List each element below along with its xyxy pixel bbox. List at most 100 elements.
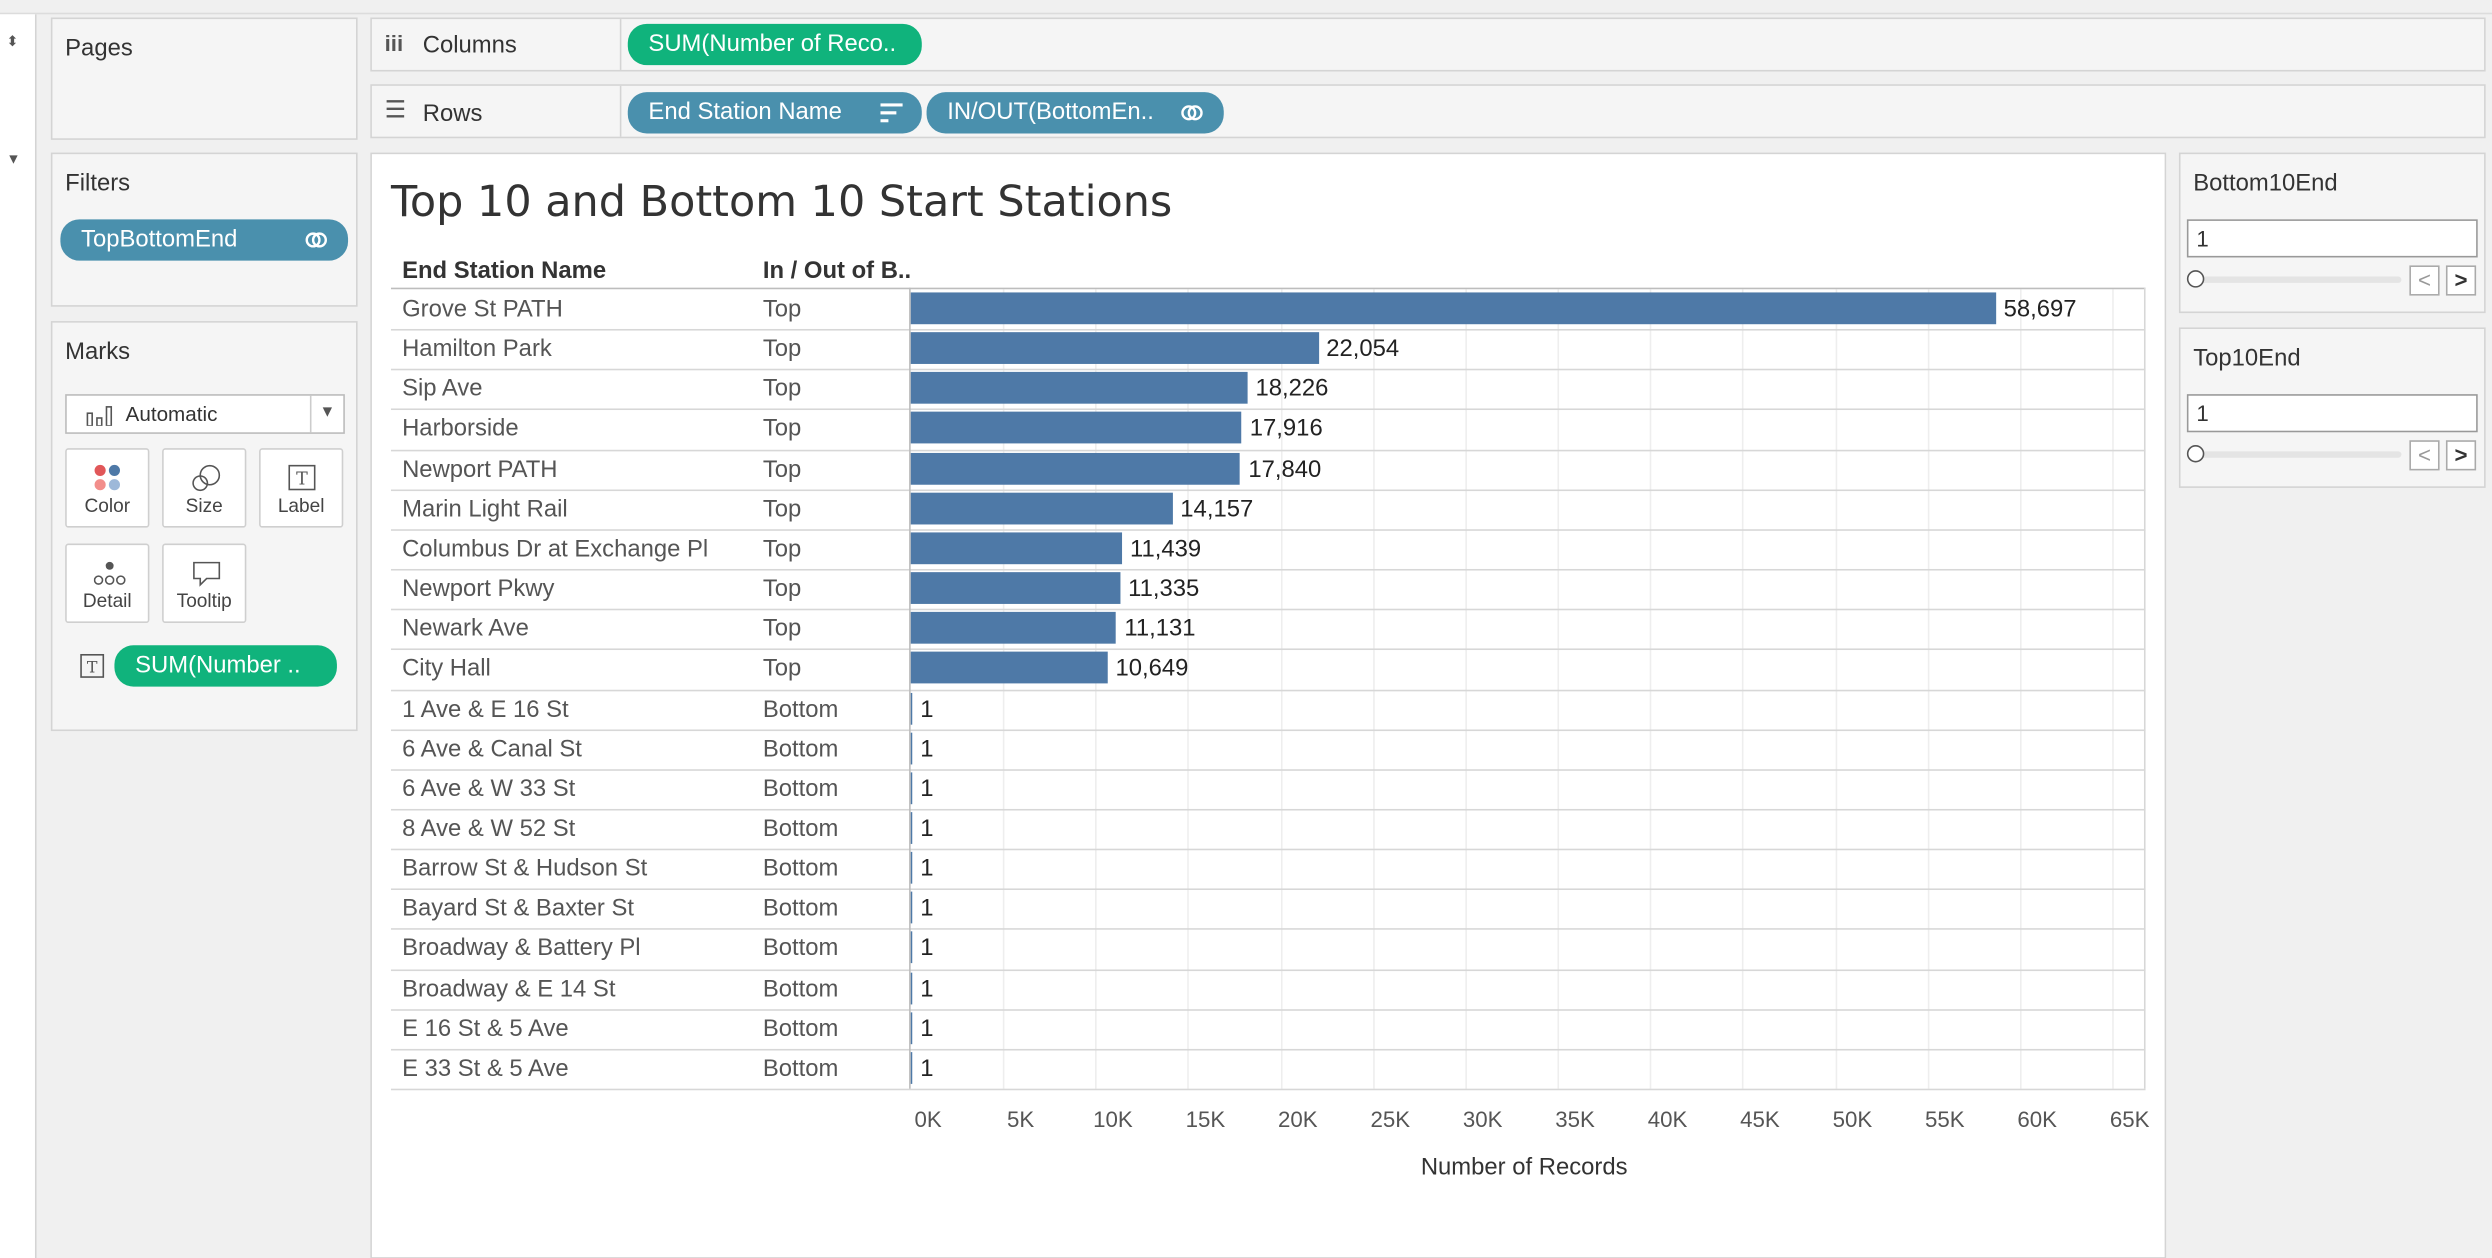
detail-button[interactable]: Detail (65, 543, 150, 624)
mark-type-select[interactable]: Automatic ▼ (65, 394, 345, 434)
bar-mark[interactable] (910, 732, 913, 764)
row-station-name[interactable]: Broadway & E 14 St (402, 975, 615, 1002)
row-station-name[interactable]: Grove St PATH (402, 296, 563, 323)
bar-mark[interactable] (910, 612, 1117, 644)
bar-mark[interactable] (910, 1011, 913, 1044)
detail-icon (93, 561, 126, 585)
color-button[interactable]: Color (65, 448, 150, 528)
bar-mark[interactable] (910, 931, 913, 964)
row-station-name[interactable]: City Hall (402, 655, 491, 682)
row-group-label[interactable]: Bottom (763, 895, 839, 922)
bar-mark[interactable] (910, 292, 1996, 325)
row-station-name[interactable]: Broadway & Battery Pl (402, 935, 641, 962)
row-group-label[interactable]: Top (763, 455, 801, 482)
data-pane-edge: ⬍ ▼ (0, 14, 37, 1258)
top10end-slider-handle[interactable] (2186, 445, 2205, 463)
bar-mark[interactable] (910, 971, 913, 1004)
row-group-label[interactable]: Bottom (763, 815, 839, 842)
row-station-name[interactable]: 6 Ave & Canal St (402, 735, 582, 762)
bottom10end-slider-handle[interactable] (2186, 270, 2205, 288)
bottom10end-prev-button[interactable]: < (2409, 265, 2440, 296)
bar-mark[interactable] (910, 492, 1173, 525)
top10end-prev-button[interactable]: < (2409, 440, 2440, 471)
dropdown-arrow-icon[interactable]: ▼ (6, 151, 20, 167)
size-button[interactable]: Size (162, 448, 247, 528)
row-separator (390, 569, 2146, 571)
row-station-name[interactable]: Hamilton Park (402, 336, 552, 363)
rows-pill-end-station[interactable]: End Station Name (627, 92, 922, 134)
bar-mark[interactable] (910, 572, 1121, 605)
row-group-label[interactable]: Bottom (763, 775, 839, 802)
bar-mark[interactable] (910, 692, 913, 724)
top10end-next-button[interactable]: > (2445, 440, 2477, 471)
sort-arrows-icon[interactable]: ⬍ (6, 33, 18, 50)
bar-mark[interactable] (910, 1051, 913, 1084)
bar-mark[interactable] (910, 812, 913, 844)
columns-shelf[interactable]: iii Columns SUM(Number of Reco.. (370, 17, 2486, 72)
bar-mark[interactable] (910, 772, 913, 804)
filters-card[interactable]: Filters TopBottomEnd (50, 152, 358, 307)
row-station-name[interactable]: Newport Pkwy (402, 575, 554, 602)
sort-icon[interactable] (880, 103, 903, 123)
bottom10end-next-button[interactable]: > (2445, 265, 2477, 296)
row-group-label[interactable]: Bottom (763, 1055, 839, 1082)
row-header-inout[interactable]: In / Out of B.. (763, 257, 911, 284)
row-separator (390, 888, 2146, 891)
row-station-name[interactable]: Sip Ave (402, 376, 482, 403)
row-station-name[interactable]: Barrow St & Hudson St (402, 855, 647, 882)
rows-pill-inout[interactable]: IN/OUT(BottomEn.. (926, 92, 1224, 134)
row-group-label[interactable]: Bottom (763, 935, 839, 962)
row-group-label[interactable]: Bottom (763, 695, 839, 722)
row-station-name[interactable]: Harborside (402, 416, 519, 443)
bar-mark[interactable] (910, 452, 1241, 485)
row-station-name[interactable]: Marin Light Rail (402, 495, 568, 522)
row-station-name[interactable]: E 16 St & 5 Ave (402, 1015, 569, 1042)
row-separator (390, 329, 2146, 331)
row-station-name[interactable]: Columbus Dr at Exchange Pl (402, 535, 708, 562)
row-group-label[interactable]: Top (763, 376, 801, 403)
bar-mark[interactable] (910, 852, 913, 884)
top10end-input[interactable]: 1 (2186, 394, 2478, 433)
columns-label: Columns (422, 31, 517, 59)
rows-shelf[interactable]: ☰ Rows End Station Name IN/OUT(BottomEn.… (370, 84, 2486, 139)
row-station-name[interactable]: E 33 St & 5 Ave (402, 1055, 569, 1082)
row-station-name[interactable]: 6 Ave & W 33 St (402, 775, 575, 802)
row-group-label[interactable]: Top (763, 575, 801, 602)
tooltip-button[interactable]: Tooltip (162, 543, 247, 624)
row-station-name[interactable]: 8 Ave & W 52 St (402, 815, 575, 842)
bar-mark[interactable] (910, 532, 1123, 565)
row-group-label[interactable]: Top (763, 615, 801, 642)
bar-mark[interactable] (910, 412, 1242, 445)
row-station-name[interactable]: Newark Ave (402, 615, 529, 642)
row-group-label[interactable]: Top (763, 416, 801, 443)
columns-pill[interactable]: SUM(Number of Reco.. (627, 23, 922, 66)
row-station-name[interactable]: Bayard St & Baxter St (402, 895, 634, 922)
filter-pill-topbottomend[interactable]: TopBottomEnd (60, 219, 349, 261)
bottom10end-slider-track[interactable] (2194, 276, 2402, 283)
bar-mark[interactable] (910, 891, 913, 924)
row-group-label[interactable]: Bottom (763, 1015, 839, 1042)
bar-mark[interactable] (910, 652, 1108, 684)
row-separator (390, 808, 2146, 811)
row-station-name[interactable]: Newport PATH (402, 455, 557, 482)
bottom10end-input[interactable]: 1 (2186, 219, 2478, 258)
row-group-label[interactable]: Top (763, 336, 801, 363)
bar-mark[interactable] (910, 372, 1248, 405)
row-separator (390, 648, 2146, 651)
row-group-label[interactable]: Bottom (763, 855, 839, 882)
label-button[interactable]: T Label (259, 448, 344, 528)
row-group-label[interactable]: Bottom (763, 975, 839, 1002)
row-group-label[interactable]: Top (763, 655, 801, 682)
row-group-label[interactable]: Top (763, 495, 801, 522)
color-label: Color (84, 494, 131, 517)
row-group-label[interactable]: Top (763, 535, 801, 562)
row-station-name[interactable]: 1 Ave & E 16 St (402, 695, 569, 722)
row-group-label[interactable]: Top (763, 296, 801, 323)
row-group-label[interactable]: Bottom (763, 735, 839, 762)
marks-label-pill[interactable]: SUM(Number .. (114, 645, 337, 687)
row-header-end-station[interactable]: End Station Name (402, 257, 606, 284)
bar-mark[interactable] (910, 332, 1319, 365)
top10end-slider-track[interactable] (2194, 451, 2402, 458)
pages-card[interactable]: Pages (50, 17, 358, 140)
size-icon (192, 464, 221, 492)
